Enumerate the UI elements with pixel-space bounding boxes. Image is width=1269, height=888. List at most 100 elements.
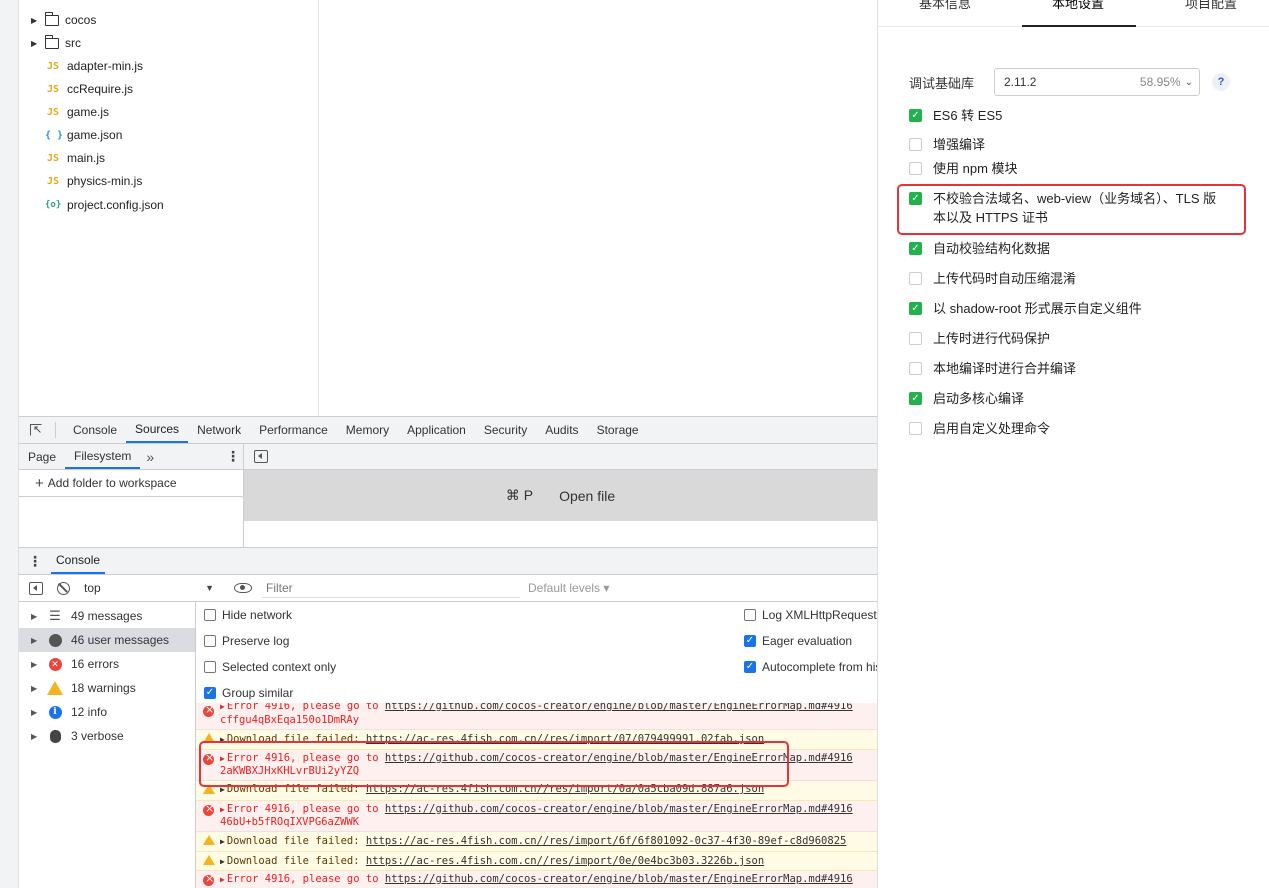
expand-triangle-icon[interactable]: ▶ bbox=[31, 612, 47, 621]
checkbox-checked[interactable] bbox=[909, 109, 922, 122]
option-custom-commands[interactable]: 启用自定义处理命令 bbox=[909, 419, 1050, 438]
console-filter-input[interactable] bbox=[262, 578, 520, 598]
toggle-navigator-icon[interactable] bbox=[254, 450, 268, 463]
tree-file-game-js[interactable]: JS game.js bbox=[19, 101, 109, 123]
expand-triangle-icon[interactable]: ▶ bbox=[31, 39, 41, 48]
checkbox[interactable] bbox=[909, 362, 922, 375]
option-merge-compile[interactable]: 本地编译时进行合并编译 bbox=[909, 359, 1076, 378]
option-minify-on-upload[interactable]: 上传代码时自动压缩混淆 bbox=[909, 269, 1076, 288]
show-sidebar-icon[interactable] bbox=[29, 581, 43, 595]
sidebar-item-errors[interactable]: ▶ ✕ 16 errors bbox=[19, 652, 195, 676]
checkbox[interactable] bbox=[909, 332, 922, 345]
tree-file-game-json[interactable]: { } game.json bbox=[19, 124, 122, 146]
tree-file-main-js[interactable]: JS main.js bbox=[19, 147, 105, 169]
console-message-error-highlighted[interactable]: ▶Error 4916, please go to https://github… bbox=[196, 750, 877, 781]
expand-triangle-icon[interactable]: ▶ bbox=[31, 636, 47, 645]
checkbox-checked[interactable] bbox=[909, 192, 922, 205]
checkbox-checked[interactable] bbox=[909, 242, 922, 255]
expand-triangle-icon[interactable]: ▶ bbox=[220, 805, 225, 814]
more-tabs-icon[interactable]: » bbox=[140, 444, 160, 469]
setting-hide-network[interactable]: Hide network bbox=[204, 605, 292, 625]
console-message-error[interactable]: ▶Error 4916, please go to https://github… bbox=[196, 801, 877, 832]
expand-triangle-icon[interactable]: ▶ bbox=[31, 708, 47, 717]
message-link[interactable]: https://ac-res.4fish.com.cn//res/import/… bbox=[366, 733, 764, 745]
expand-triangle-icon[interactable]: ▶ bbox=[31, 684, 47, 693]
sidebar-item-warnings[interactable]: ▶ 18 warnings bbox=[19, 676, 195, 700]
open-file-hint[interactable]: ⌘ P Open file bbox=[244, 470, 877, 521]
checkbox[interactable] bbox=[909, 138, 922, 151]
option-validate-structured-data[interactable]: 自动校验结构化数据 bbox=[909, 239, 1050, 258]
context-selector[interactable]: top ▼ bbox=[84, 581, 214, 595]
message-link[interactable]: https://ac-res.4fish.com.cn//res/import/… bbox=[366, 855, 764, 867]
tree-folder-cocos[interactable]: ▶ cocos bbox=[19, 9, 96, 31]
console-message-error[interactable]: ▶Error 4916, please go to https://github… bbox=[196, 871, 877, 888]
message-link[interactable]: https://github.com/cocos-creator/engine/… bbox=[385, 803, 853, 815]
expand-triangle-icon[interactable]: ▶ bbox=[31, 660, 47, 669]
message-link[interactable]: https://github.com/cocos-creator/engine/… bbox=[385, 752, 853, 764]
option-enhanced-compile[interactable]: 增强编译 bbox=[909, 135, 985, 154]
drawer-menu-icon[interactable]: ⋮ bbox=[19, 548, 51, 574]
drawer-tab-console[interactable]: Console bbox=[51, 548, 106, 574]
tab-application[interactable]: Application bbox=[398, 417, 475, 443]
checkbox-checked[interactable] bbox=[204, 687, 216, 699]
tab-audits[interactable]: Audits bbox=[536, 417, 587, 443]
add-folder-button[interactable]: + Add folder to workspace bbox=[19, 470, 244, 497]
option-shadow-root[interactable]: 以 shadow-root 形式展示自定义组件 bbox=[909, 299, 1142, 318]
option-es6-to-es5[interactable]: ES6 转 ES5 bbox=[909, 106, 1002, 125]
option-skip-domain-check[interactable]: 不校验合法域名、web-view（业务域名）、TLS 版本以及 HTTPS 证书 bbox=[909, 189, 1219, 227]
setting-preserve-log[interactable]: Preserve log bbox=[204, 631, 289, 651]
tab-sources[interactable]: Sources bbox=[126, 417, 189, 443]
tree-file-adapter-min[interactable]: JS adapter-min.js bbox=[19, 55, 143, 77]
tab-network[interactable]: Network bbox=[188, 417, 250, 443]
console-message-error[interactable]: ▶Error 4916, please go to https://github… bbox=[196, 703, 877, 730]
log-levels-dropdown[interactable]: Default levels ▾ bbox=[528, 581, 609, 595]
expand-triangle-icon[interactable]: ▶ bbox=[220, 785, 225, 794]
console-message-warning[interactable]: ▶ Download file failed: https://ac-res.4f… bbox=[196, 832, 877, 852]
expand-triangle-icon[interactable]: ▶ bbox=[31, 732, 47, 741]
setting-group-similar[interactable]: Group similar bbox=[204, 683, 293, 703]
tree-folder-src[interactable]: ▶ src bbox=[19, 32, 81, 54]
console-message-warning[interactable]: ▶ Download file failed: https://ac-res.4f… bbox=[196, 852, 877, 871]
tab-local-settings[interactable]: 本地设置 bbox=[1052, 0, 1104, 12]
tab-performance[interactable]: Performance bbox=[250, 417, 337, 443]
tab-filesystem[interactable]: Filesystem bbox=[65, 444, 141, 469]
console-message-warning[interactable]: ▶ Download file failed: https://ac-res.4f… bbox=[196, 730, 877, 750]
checkbox[interactable] bbox=[204, 661, 216, 673]
checkbox[interactable] bbox=[204, 609, 216, 621]
tab-project-config[interactable]: 项目配置 bbox=[1185, 0, 1237, 12]
tab-storage[interactable]: Storage bbox=[588, 417, 648, 443]
expand-triangle-icon[interactable]: ▶ bbox=[220, 703, 225, 711]
debug-library-select[interactable]: 2.11.2 58.95% ⌄ bbox=[994, 68, 1200, 96]
checkbox-checked[interactable] bbox=[909, 302, 922, 315]
expand-triangle-icon[interactable]: ▶ bbox=[31, 16, 41, 25]
checkbox[interactable] bbox=[204, 635, 216, 647]
tab-page[interactable]: Page bbox=[19, 444, 65, 469]
checkbox-checked[interactable] bbox=[744, 661, 756, 673]
checkbox-checked[interactable] bbox=[744, 635, 756, 647]
console-message-warning[interactable]: ▶ Download file failed: https://ac-res.4f… bbox=[196, 781, 877, 801]
clear-console-icon[interactable] bbox=[57, 581, 70, 595]
checkbox[interactable] bbox=[909, 162, 922, 175]
message-link[interactable]: https://ac-res.4fish.com.cn//res/import/… bbox=[366, 783, 764, 795]
sidebar-item-user-messages[interactable]: ▶ 46 user messages bbox=[19, 628, 195, 652]
message-link[interactable]: https://github.com/cocos-creator/engine/… bbox=[385, 703, 853, 712]
message-link[interactable]: https://github.com/cocos-creator/engine/… bbox=[385, 873, 853, 885]
tree-file-project-config[interactable]: {o} project.config.json bbox=[19, 194, 164, 216]
sidebar-item-verbose[interactable]: ▶ 3 verbose bbox=[19, 724, 195, 748]
sidebar-item-messages[interactable]: ▶ ☰ 49 messages bbox=[19, 604, 195, 628]
setting-selected-context-only[interactable]: Selected context only bbox=[204, 657, 336, 677]
option-multicore-compile[interactable]: 启动多核心编译 bbox=[909, 389, 1024, 408]
tab-basic-info[interactable]: 基本信息 bbox=[919, 0, 971, 12]
setting-log-xhr[interactable]: Log XMLHttpRequests bbox=[744, 605, 883, 625]
tree-file-physics-min[interactable]: JS physics-min.js bbox=[19, 170, 142, 192]
expand-triangle-icon[interactable]: ▶ bbox=[220, 857, 225, 866]
tree-file-ccrequire[interactable]: JS ccRequire.js bbox=[19, 78, 133, 100]
checkbox[interactable] bbox=[909, 272, 922, 285]
navigator-menu-icon[interactable]: ⋮ bbox=[223, 444, 243, 469]
option-code-protection[interactable]: 上传时进行代码保护 bbox=[909, 329, 1050, 348]
expand-triangle-icon[interactable]: ▶ bbox=[220, 837, 225, 846]
expand-triangle-icon[interactable]: ▶ bbox=[220, 875, 225, 884]
help-icon[interactable]: ? bbox=[1212, 73, 1230, 91]
checkbox[interactable] bbox=[744, 609, 756, 621]
live-expression-eye-icon[interactable] bbox=[234, 583, 252, 593]
